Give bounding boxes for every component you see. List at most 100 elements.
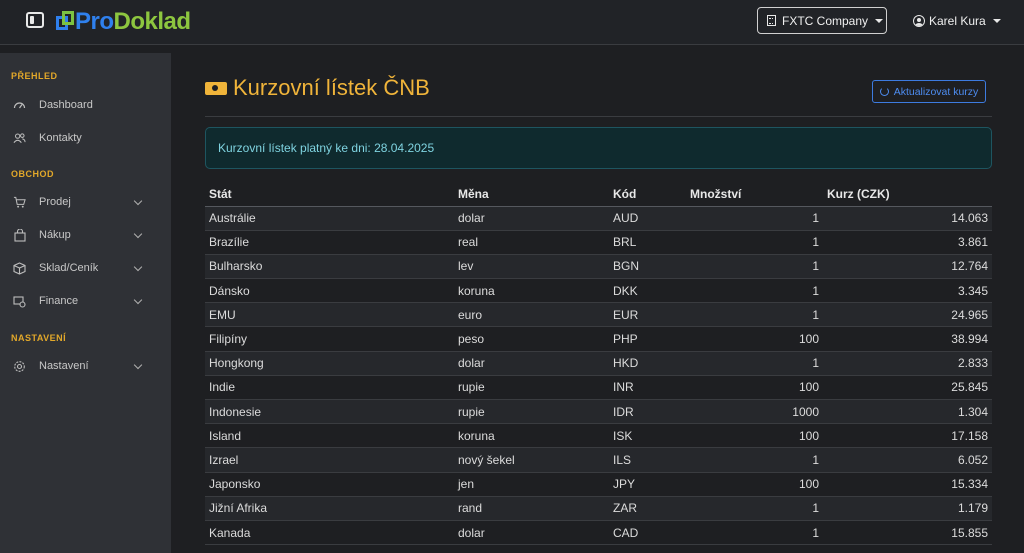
cell-stat: Jižní Afrika [205,496,454,521]
sidebar-item-kontakty[interactable]: Kontakty [0,128,171,148]
cell-stat: Hongkong [205,351,454,376]
table-row: Brazílie real BRL 1 3.861 [205,230,992,255]
cell-stat: Filipíny [205,326,454,352]
cell-mnozstvi: 1 [686,302,823,328]
table-body: Austrálie dolar AUD 1 14.063 Brazílie real BRL 1… [205,206,992,546]
finance-icon [13,295,26,308]
cell-mena: nový šekel [454,447,609,473]
contacts-icon [13,132,26,145]
column-header-kurz[interactable]: Kurz (CZK) [823,182,992,207]
table-row: Island koruna ISK 100 17.158 [205,423,992,449]
sidebar-section-nastaveni: NASTAVENÍ [11,333,67,343]
cell-stat: Brazílie [205,230,454,255]
cell-kod: EUR [609,302,686,328]
dashboard-icon [13,99,26,112]
gear-icon [13,360,26,373]
sidebar-item-sklad-cenik[interactable]: Sklad/Ceník [0,258,171,278]
cell-kod: ISK [609,423,686,449]
cell-kurz: 14.063 [823,206,992,231]
cell-mena: lev [454,254,609,280]
cell-kurz: 15.334 [823,472,992,497]
cell-mnozstvi: 1 [686,254,823,280]
cell-kod: AUD [609,206,686,231]
chevron-down-icon [992,19,1001,23]
cell-mena: dolar [454,520,609,546]
cell-kurz: 25.845 [823,375,992,401]
divider [205,116,992,117]
cell-stat: Kanada [205,520,454,546]
cell-mena: real [454,230,609,255]
user-name: Karel Kura [929,14,986,28]
sidebar-item-dashboard[interactable]: Dashboard [0,95,171,115]
sidebar-item-finance[interactable]: Finance [0,291,171,311]
cell-kurz: 6.052 [823,447,992,473]
chevron-down-icon [133,229,143,239]
cell-mnozstvi: 1 [686,520,823,546]
brand-pro-text: Pro [75,8,114,35]
sidebar-toggle-icon[interactable] [26,12,44,28]
sidebar-item-label: Nastavení [39,360,89,372]
cell-mena: koruna [454,423,609,449]
sidebar-item-label: Sklad/Ceník [39,262,99,274]
cell-kod: BGN [609,254,686,280]
cell-kod: HKD [609,351,686,376]
column-header-stat[interactable]: Stát [205,182,454,207]
cell-stat: Izrael [205,447,454,473]
cell-mena: rupie [454,399,609,425]
chevron-down-icon [875,18,884,23]
cell-stat: Indonesie [205,399,454,425]
user-icon [913,15,925,27]
brand-logo[interactable]: ProDoklad [56,8,191,36]
cell-kurz: 1.179 [823,496,992,521]
column-header-mnozstvi[interactable]: Množství [686,182,823,207]
cell-kurz: 12.764 [823,254,992,280]
cell-stat: Bulharsko [205,254,454,280]
table-row: Austrálie dolar AUD 1 14.063 [205,206,992,231]
cell-kurz: 17.158 [823,423,992,449]
cell-kod: JPY [609,472,686,497]
column-header-mena[interactable]: Měna [454,182,609,207]
cell-stat: Indie [205,375,454,401]
cell-kod: ILS [609,447,686,473]
sidebar-section-obchod: OBCHOD [11,169,54,179]
table-row: EMU euro EUR 1 24.965 [205,302,992,328]
info-alert: Kurzovní lístek platný ke dni: 28.04.202… [205,127,992,169]
box-icon [13,261,26,275]
sidebar-item-nakup[interactable]: Nákup [0,225,171,245]
alert-text: Kurzovní lístek platný ke dni: 28.04.202… [218,141,435,155]
cell-mnozstvi: 100 [686,472,823,497]
cell-stat: Austrálie [205,206,454,231]
cell-mnozstvi: 1 [686,351,823,376]
table-row: Kanada dolar CAD 1 15.855 [205,520,992,546]
sidebar-item-nastaveni[interactable]: Nastavení [0,356,171,376]
sidebar-item-label: Nákup [39,229,71,241]
sidebar-item-prodej[interactable]: Prodej [0,192,171,212]
logo-mark-icon [56,11,74,33]
company-select-button[interactable]: FXTC Company [757,7,887,34]
sidebar-item-label: Prodej [39,196,71,208]
table-row: Dánsko koruna DKK 1 3.345 [205,278,992,304]
cart-icon [13,196,26,209]
main-content: Kurzovní lístek ČNB Aktualizovat kurzy K… [171,45,1024,553]
cell-mena: peso [454,326,609,352]
update-rates-button[interactable]: Aktualizovat kurzy [872,80,986,103]
cell-mnozstvi: 100 [686,375,823,401]
cell-mnozstvi: 100 [686,423,823,449]
cell-mnozstvi: 1 [686,447,823,473]
cell-stat: EMU [205,302,454,328]
cell-mena: dolar [454,351,609,376]
cell-kod: DKK [609,278,686,304]
table-header-row: Stát Měna Kód Množství Kurz (CZK) [205,182,992,207]
cell-mnozstvi: 1 [686,496,823,521]
cell-kurz: 24.965 [823,302,992,328]
cell-mena: euro [454,302,609,328]
column-header-kod[interactable]: Kód [609,182,686,207]
sidebar-item-label: Finance [39,295,79,307]
cell-mena: jen [454,472,609,497]
user-menu-button[interactable]: Karel Kura [913,13,1001,29]
page-title-text: Kurzovní lístek ČNB [233,75,430,100]
cell-kurz: 1.304 [823,399,992,425]
cell-mnozstvi: 1 [686,230,823,255]
cell-kurz: 38.994 [823,326,992,352]
cell-kurz: 2.833 [823,351,992,376]
